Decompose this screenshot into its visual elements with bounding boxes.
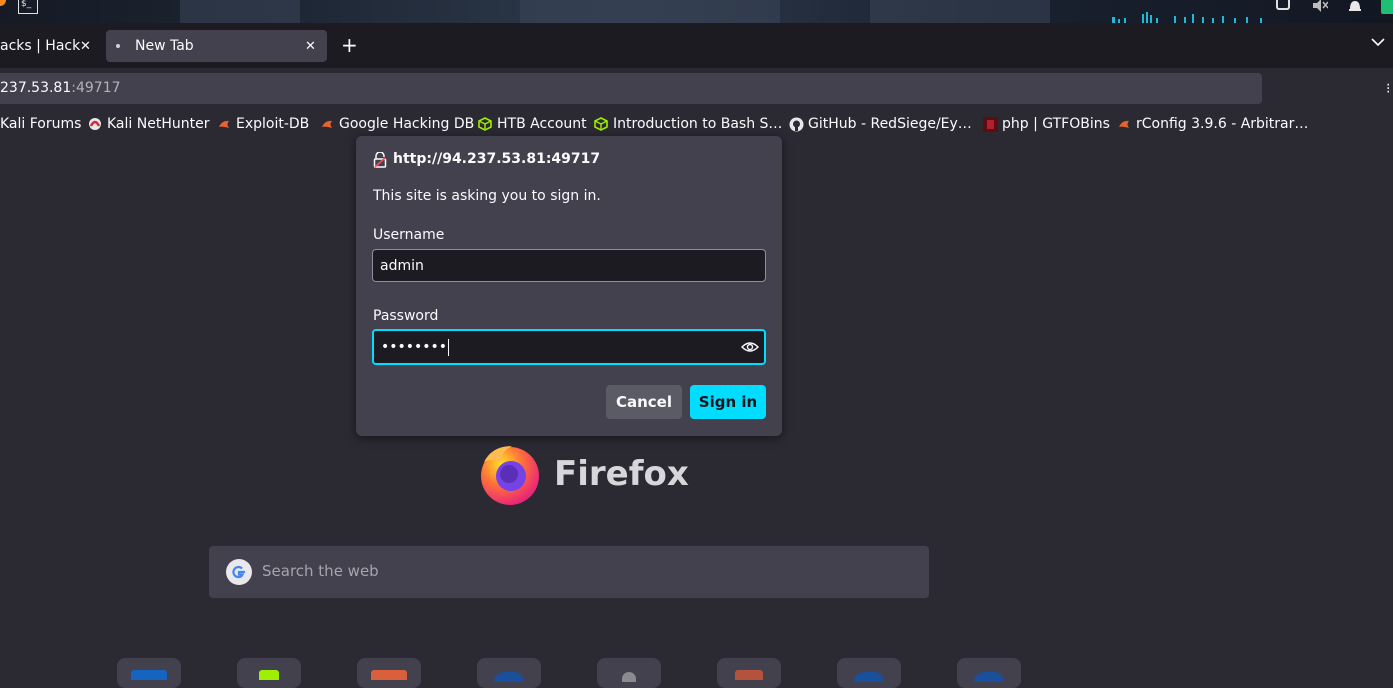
tab-title: New Tab xyxy=(135,38,194,54)
shortcut-tile[interactable] xyxy=(357,658,421,688)
bookmark-label: GitHub - RedSiege/Ey… xyxy=(808,116,972,132)
url-port: :49717 xyxy=(71,80,121,96)
wallpaper-strip xyxy=(180,0,300,23)
tab-title: acks | Hack xyxy=(0,38,81,54)
shortcut-tile[interactable] xyxy=(477,658,541,688)
navigation-bar: 237.53.81:49717 ⁝ xyxy=(0,68,1393,110)
bookmark-github-redsiege[interactable]: GitHub - RedSiege/Ey… xyxy=(788,114,972,134)
sign-in-button[interactable]: Sign in xyxy=(690,385,766,419)
clipboard-icon[interactable] xyxy=(1276,0,1290,10)
shortcut-tile[interactable] xyxy=(117,658,181,688)
dialog-message: This site is asking you to sign in. xyxy=(373,188,601,204)
password-value: •••••••• xyxy=(381,339,448,355)
gtfobins-icon xyxy=(982,116,998,132)
exploitdb-icon xyxy=(319,116,335,132)
username-field[interactable]: admin xyxy=(372,249,766,282)
exploitdb-icon xyxy=(1116,116,1132,132)
bookmark-google-hacking-db[interactable]: Google Hacking DB xyxy=(319,114,474,134)
firefox-wordmark: Firefox xyxy=(554,454,689,494)
password-field[interactable]: •••••••• xyxy=(372,329,766,365)
username-label: Username xyxy=(373,227,445,243)
tab-previous[interactable]: acks | Hack ✕ xyxy=(0,30,100,62)
web-search-box[interactable]: Search the web xyxy=(209,546,929,598)
bookmark-label: Kali NetHunter xyxy=(107,116,210,132)
terminal-launcher-icon[interactable]: $_ xyxy=(18,0,38,14)
bookmark-label: HTB Account xyxy=(497,116,587,132)
wallpaper-strip xyxy=(870,0,1050,23)
new-tab-button[interactable]: + xyxy=(341,34,358,56)
bookmark-intro-to-bash[interactable]: Introduction to Bash S… xyxy=(593,114,782,134)
bookmark-kali-nethunter[interactable]: Kali NetHunter xyxy=(87,114,209,134)
bookmark-gtfobins[interactable]: php | GTFOBins xyxy=(982,114,1110,134)
bookmark-label: rConfig 3.9.6 - Arbitrar… xyxy=(1136,116,1309,132)
bookmark-rconfig[interactable]: rConfig 3.9.6 - Arbitrar… xyxy=(1116,114,1308,134)
shortcut-tile[interactable] xyxy=(717,658,781,688)
github-icon xyxy=(788,116,804,132)
muted-speaker-icon[interactable] xyxy=(1312,0,1329,12)
url-host: 237.53.81 xyxy=(0,80,72,96)
notification-bell-icon[interactable] xyxy=(1348,0,1362,12)
tab-new-tab[interactable]: New Tab ✕ xyxy=(106,30,327,62)
htb-icon xyxy=(593,116,609,132)
bookmark-label: Google Hacking DB xyxy=(339,116,475,132)
shortcut-tile[interactable] xyxy=(237,658,301,688)
shortcut-tile[interactable] xyxy=(837,658,901,688)
loading-dot-icon xyxy=(116,44,120,48)
close-tab-icon[interactable]: ✕ xyxy=(305,39,316,54)
bookmark-label: Introduction to Bash S… xyxy=(613,116,783,132)
shortcut-tile[interactable] xyxy=(957,658,1021,688)
show-password-eye-icon[interactable] xyxy=(741,340,759,354)
htb-icon xyxy=(477,116,493,132)
nethunter-icon xyxy=(87,116,103,132)
insecure-lock-icon xyxy=(373,151,387,168)
firefox-launcher-icon[interactable] xyxy=(0,0,6,6)
http-auth-dialog: http://94.237.53.81:49717 This site is a… xyxy=(356,136,782,436)
address-bar[interactable]: 237.53.81:49717 xyxy=(0,73,1262,104)
system-top-bar: $_ xyxy=(0,0,1393,23)
power-battery-icon[interactable] xyxy=(1381,0,1393,14)
cancel-button[interactable]: Cancel xyxy=(606,385,682,419)
extensions-button[interactable]: ⁝ xyxy=(1386,81,1393,97)
chevron-down-icon xyxy=(1371,38,1385,47)
tab-strip: acks | Hack ✕ New Tab ✕ + xyxy=(0,23,1393,68)
google-icon xyxy=(226,559,252,585)
bookmark-htb-account[interactable]: HTB Account xyxy=(477,114,587,134)
bookmark-label: Kali Forums xyxy=(0,116,82,132)
close-tab-icon[interactable]: ✕ xyxy=(80,39,91,54)
dialog-origin: http://94.237.53.81:49717 xyxy=(393,151,601,167)
bookmark-kali-forums[interactable]: Kali Forums xyxy=(0,114,81,134)
password-label: Password xyxy=(373,308,439,324)
bookmarks-toolbar: Kali Forums Kali NetHunter Exploit-DB Go… xyxy=(0,110,1393,138)
wallpaper-strip xyxy=(520,0,780,23)
username-value: admin xyxy=(380,257,424,274)
list-all-tabs-button[interactable] xyxy=(1368,31,1388,51)
shortcut-tile[interactable] xyxy=(597,658,661,688)
search-placeholder: Search the web xyxy=(262,562,379,580)
text-cursor xyxy=(448,338,450,356)
exploitdb-icon xyxy=(216,116,232,132)
bookmark-label: php | GTFOBins xyxy=(1002,116,1110,132)
firefox-logo-icon xyxy=(481,446,539,505)
bookmark-label: Exploit-DB xyxy=(236,116,310,132)
bookmark-exploit-db[interactable]: Exploit-DB xyxy=(216,114,309,134)
network-activity-graph xyxy=(1112,12,1262,23)
